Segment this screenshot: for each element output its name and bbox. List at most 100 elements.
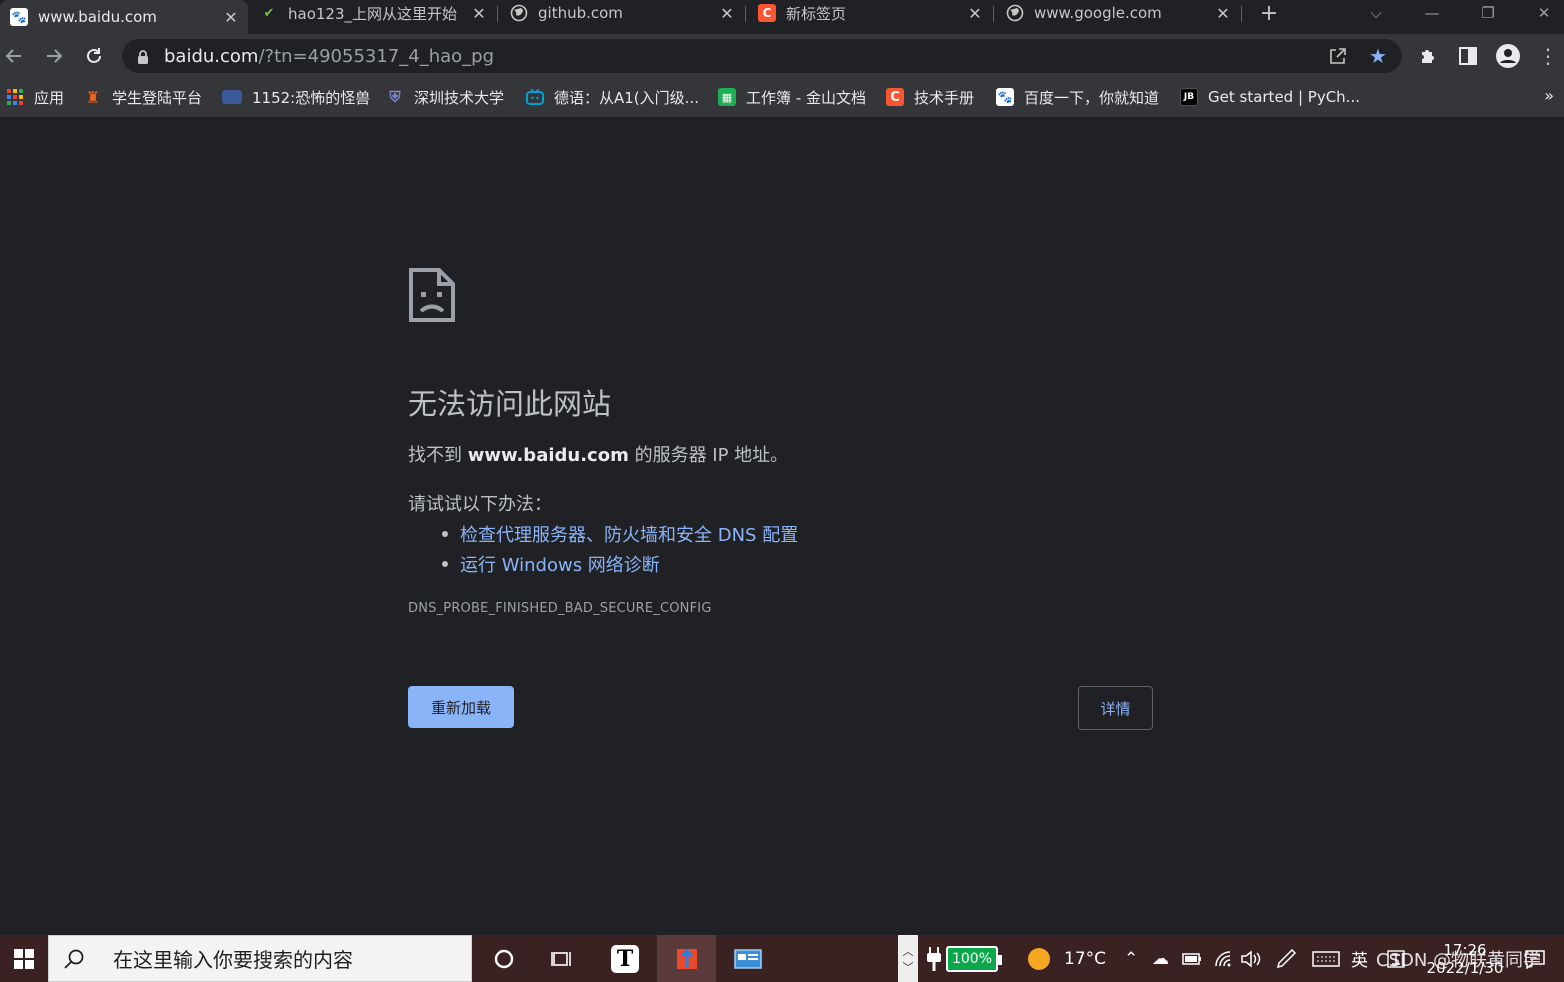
- windows-taskbar: 在这里输入你要搜索的内容 T ︿ ﹀ 100% 17°C ⌃ ☁ 英 17:26…: [0, 935, 1564, 982]
- url-path: /?tn=49055317_4_hao_pg: [258, 45, 495, 67]
- taskbar-search-box[interactable]: 在这里输入你要搜索的内容: [48, 935, 472, 982]
- close-icon[interactable]: ✕: [470, 4, 488, 23]
- bookmark-sztu[interactable]: ⛨ 深圳技术大学: [386, 86, 504, 108]
- onedrive-cloud-icon[interactable]: ☁: [1152, 935, 1169, 982]
- pen-icon[interactable]: [1276, 935, 1298, 982]
- forward-button[interactable]: [40, 42, 68, 70]
- suggestion-run-diagnostics[interactable]: 运行 Windows 网络诊断: [440, 549, 798, 579]
- bookmark-label: 应用: [34, 88, 65, 107]
- control-panel-icon[interactable]: [720, 935, 776, 982]
- start-button[interactable]: [0, 935, 48, 982]
- restore-button[interactable]: ❐: [1468, 0, 1508, 26]
- suggestions-list: 检查代理服务器、防火墙和安全 DNS 配置 运行 Windows 网络诊断: [440, 519, 798, 579]
- bookmark-label: Get started | PyCh...: [1208, 88, 1360, 106]
- tray-scroll-control[interactable]: ︿ ﹀: [898, 935, 918, 982]
- bookmark-apps[interactable]: 应用: [6, 86, 64, 108]
- ime-mode-icon[interactable]: [1386, 935, 1406, 982]
- suggestion-check-proxy[interactable]: 检查代理服务器、防火墙和安全 DNS 配置: [440, 519, 798, 549]
- lock-icon[interactable]: [136, 48, 150, 64]
- tab-newtab[interactable]: C 新标签页 ✕: [748, 0, 992, 26]
- bookmark-pycharm[interactable]: JB Get started | PyCh...: [1180, 86, 1360, 108]
- error-desc-prefix: 找不到: [408, 445, 468, 466]
- bookmark-label: 工作簿 - 金山文档: [746, 88, 866, 107]
- globe-icon: [1006, 4, 1024, 22]
- arrow-right-icon: [47, 49, 63, 63]
- bilibili-icon: [526, 88, 544, 106]
- back-button[interactable]: [0, 42, 28, 70]
- tab-google[interactable]: www.google.com ✕: [996, 0, 1240, 26]
- tray-overflow-icon[interactable]: ⌃: [1124, 935, 1138, 982]
- tab-separator: [993, 6, 994, 22]
- share-icon[interactable]: [1325, 43, 1351, 69]
- details-button[interactable]: 详情: [1078, 686, 1153, 730]
- chevron-down-icon[interactable]: ﹀: [903, 959, 914, 975]
- pinned-app-icon[interactable]: [657, 935, 716, 982]
- task-view-icon[interactable]: [534, 935, 590, 982]
- tab-separator: [497, 6, 498, 22]
- apps-grid-icon: [6, 88, 24, 106]
- spreadsheet-icon: ▦: [718, 88, 736, 106]
- bookmarks-overflow-icon[interactable]: »: [1544, 86, 1554, 105]
- cortana-icon[interactable]: [476, 935, 532, 982]
- tab-baidu[interactable]: 🐾 www.baidu.com ✕: [0, 0, 248, 34]
- bookmark-label: 德语：从A1(入门级...: [554, 88, 699, 107]
- clock-date: 2022/1/30: [1426, 958, 1504, 977]
- close-icon[interactable]: ✕: [966, 4, 984, 23]
- suggestion-link[interactable]: 运行 Windows 网络诊断: [460, 551, 660, 577]
- address-bar[interactable]: baidu.com/?tn=49055317_4_hao_pg ★: [122, 39, 1402, 73]
- reload-button[interactable]: [80, 42, 108, 70]
- hao123-favicon-icon: ✔: [263, 5, 275, 21]
- chevron-up-icon[interactable]: ︿: [903, 943, 914, 959]
- ime-language[interactable]: 英: [1351, 935, 1368, 982]
- reload-icon: [87, 48, 101, 63]
- wifi-icon[interactable]: [1214, 935, 1234, 982]
- tab-hao123[interactable]: ✔ hao123_上网从这里开始 ✕: [250, 0, 496, 26]
- tab-title: 新标签页: [786, 4, 847, 23]
- suggestion-link[interactable]: 检查代理服务器、防火墙和安全 DNS 配置: [460, 521, 798, 547]
- new-tab-button[interactable]: +: [1256, 0, 1282, 26]
- typora-app-icon[interactable]: T: [597, 935, 653, 982]
- bookmark-label: 技术手册: [914, 88, 975, 107]
- error-page: 无法访问此网站 找不到 www.baidu.com 的服务器 IP 地址。 请试…: [0, 119, 1564, 935]
- bookmark-baidu[interactable]: 🐾 百度一下，你就知道: [996, 86, 1159, 108]
- touch-keyboard-icon[interactable]: [1312, 935, 1340, 982]
- power-plug-icon: [927, 946, 941, 971]
- bullet: [442, 561, 448, 567]
- battery-tray-icon[interactable]: [1182, 935, 1202, 982]
- bookmark-label: 深圳技术大学: [414, 88, 505, 107]
- side-panel-icon[interactable]: [1454, 42, 1482, 70]
- university-bookmark-icon: ⛨: [389, 88, 401, 106]
- close-icon[interactable]: ✕: [222, 8, 240, 27]
- tab-github[interactable]: github.com ✕: [500, 0, 744, 26]
- bookmark-student-platform[interactable]: ♜ 学生登陆平台: [84, 86, 202, 108]
- bookmark-german[interactable]: 德语：从A1(入门级...: [526, 86, 699, 108]
- tab-search-chevron-icon[interactable]: ⌵: [1356, 0, 1396, 26]
- battery-indicator: 100%: [946, 945, 1002, 972]
- minimize-button[interactable]: —: [1412, 0, 1452, 26]
- power-status[interactable]: 100%: [926, 935, 1002, 982]
- image-bookmark-icon: [222, 90, 242, 104]
- tab-title: hao123_上网从这里开始: [288, 4, 458, 23]
- extensions-icon[interactable]: [1414, 42, 1442, 70]
- close-icon[interactable]: ✕: [1214, 4, 1232, 23]
- sad-page-icon: [409, 268, 455, 322]
- baidu-favicon-icon: 🐾: [10, 8, 28, 26]
- close-window-button[interactable]: ✕: [1524, 0, 1564, 26]
- volume-icon[interactable]: [1240, 935, 1262, 982]
- clock[interactable]: 17:26 2022/1/30: [1424, 935, 1506, 982]
- tab-title: github.com: [538, 4, 623, 22]
- menu-kebab-icon[interactable]: ⋮: [1534, 42, 1562, 70]
- close-icon[interactable]: ✕: [718, 4, 736, 23]
- windows-logo-icon: [14, 948, 34, 969]
- profile-avatar-icon[interactable]: [1494, 42, 1522, 70]
- tab-title: www.google.com: [1034, 4, 1162, 22]
- taskbar-search-placeholder: 在这里输入你要搜索的内容: [113, 948, 353, 972]
- reload-page-button[interactable]: 重新加载: [408, 686, 514, 728]
- notification-center-icon[interactable]: [1524, 935, 1546, 982]
- bookmark-tech-manual[interactable]: C 技术手册: [886, 86, 974, 108]
- weather-widget[interactable]: 17°C: [1028, 935, 1106, 982]
- bookmark-monster[interactable]: 1152:恐怖的怪兽: [222, 86, 370, 108]
- tab-strip: 🐾 www.baidu.com ✕ ✔ hao123_上网从这里开始 ✕ git…: [0, 0, 1564, 34]
- bookmark-star-icon[interactable]: ★: [1365, 43, 1391, 69]
- bookmark-workbook[interactable]: ▦ 工作簿 - 金山文档: [718, 86, 866, 108]
